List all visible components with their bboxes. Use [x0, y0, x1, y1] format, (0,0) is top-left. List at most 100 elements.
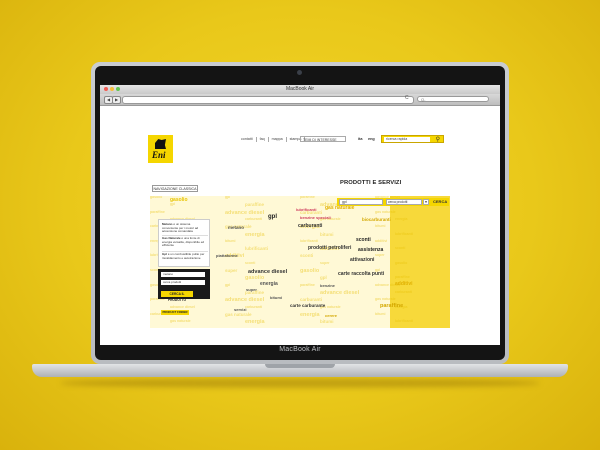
- cloud-word-faded: gasolio: [300, 268, 320, 274]
- reload-icon[interactable]: C: [405, 95, 409, 101]
- cloud-word-faded: energia: [245, 319, 265, 326]
- cloud-word[interactable]: benzine: [320, 284, 335, 288]
- cloud-word-faded: sconti: [395, 246, 406, 251]
- laptop-brand-label: MacBook Air: [279, 346, 321, 353]
- cloud-word-faded: gas naturale: [225, 311, 252, 317]
- find-product-button[interactable]: CERCA IL PRODOTTO: [161, 291, 193, 302]
- laptop-notch: [265, 364, 335, 368]
- panel-item[interactable]: Gas Naturale è una fonte di energia vers…: [162, 236, 206, 248]
- browser-search-input[interactable]: Q-: [417, 96, 489, 102]
- cloud-word[interactable]: energia: [260, 282, 278, 287]
- cloud-word-faded: carburanti: [245, 304, 263, 309]
- window-title: MacBook Air: [285, 86, 315, 92]
- quick-search: ricerca rapida ⚲: [381, 135, 444, 143]
- nav-link-contatti[interactable]: contatti: [238, 137, 257, 142]
- cloud-word-faded: gas naturale: [375, 209, 396, 214]
- cloud-word-faded: additivi: [375, 238, 388, 243]
- page-title: PRODOTTI E SERVIZI: [340, 180, 402, 186]
- cloud-word[interactable]: prodotti petroliferi: [308, 246, 351, 251]
- cloud-word-faded: paraffine: [300, 282, 315, 287]
- cloud-word[interactable]: assistenza: [358, 248, 383, 253]
- cloud-word[interactable]: gasolio: [170, 198, 188, 203]
- cloud-word-faded: gasolio: [395, 260, 408, 265]
- info-panel: Metano è un sistema conveniente per i mo…: [158, 219, 210, 267]
- cloud-word[interactable]: carte carburante: [290, 303, 325, 309]
- cloud-word[interactable]: carburanti: [298, 224, 322, 229]
- chevron-down-icon[interactable]: ▾: [423, 199, 429, 205]
- top-nav: contatti faq mappa stampa: [238, 137, 306, 142]
- cloud-word[interactable]: cerere: [325, 314, 337, 318]
- camera-icon: [297, 70, 302, 75]
- cloud-word-faded: lubrificanti: [395, 231, 413, 236]
- cloud-word-faded: paraffine: [300, 196, 315, 199]
- category-field[interactable]: cerca prodotti: [161, 280, 205, 285]
- cloud-word-faded: lubrificanti: [245, 246, 269, 252]
- panel-item[interactable]: Gpl è un combustibile pulito per riscald…: [162, 252, 206, 260]
- laptop-shadow: [60, 378, 540, 388]
- search-icon[interactable]: ⚲: [436, 136, 440, 143]
- cloud-word-faded: gpl: [225, 282, 231, 287]
- cloud-word-faded: gpl: [225, 196, 231, 199]
- cloud-word-faded: sconti: [245, 260, 256, 265]
- cloud-word-faded: gas naturale: [170, 319, 191, 324]
- cloud-word[interactable]: metano: [228, 225, 244, 231]
- cloud-word-faded: paraffine: [245, 202, 265, 208]
- search-scope-select[interactable]: cerca prodotti: [386, 199, 422, 205]
- cloud-word[interactable]: advance diesel: [248, 269, 287, 276]
- cloud-word-faded: energia: [245, 231, 265, 238]
- cloud-word-faded: gpl: [320, 275, 327, 281]
- cloud-word-faded: bitumi: [375, 311, 386, 316]
- eni-logo[interactable]: Eni: [148, 135, 173, 163]
- search-button[interactable]: CERCA: [433, 199, 447, 205]
- nav-link-faq[interactable]: faq: [257, 137, 269, 142]
- cloud-word[interactable]: carte raccolta punti: [338, 272, 384, 277]
- cloud-word[interactable]: gas naturale: [325, 206, 354, 211]
- cloud-word-faded: carburanti: [395, 289, 413, 294]
- cloud-word[interactable]: piattaforme: [216, 254, 238, 258]
- address-bar[interactable]: [122, 96, 414, 104]
- cloud-word-faded: carburanti: [245, 216, 263, 221]
- cloud-word-faded: energia: [395, 216, 408, 221]
- cloud-word[interactable]: super: [246, 288, 257, 292]
- cloud-word[interactable]: attivazioni: [350, 258, 374, 263]
- classic-navigation-button[interactable]: NAVIGAZIONE CLASSICA: [152, 185, 198, 192]
- lang-eng[interactable]: eng: [368, 137, 375, 141]
- cloud-word[interactable]: lubrificanti: [296, 208, 316, 212]
- cloud-word-faded: advance diesel: [320, 289, 360, 296]
- product-finder-label: PRODUCT FINDER: [161, 310, 189, 315]
- cloud-word-faded: advance diesel: [225, 297, 265, 304]
- cloud-word-faded: super: [225, 268, 238, 273]
- cloud-word-faded: carburanti: [300, 297, 323, 303]
- product-search-input[interactable]: gpl: [339, 199, 383, 205]
- lang-ita[interactable]: ita: [358, 137, 362, 141]
- forward-arrow-icon[interactable]: ▶: [112, 96, 121, 104]
- product-search-bar: gpl cerca prodotti ▾ CERCA: [337, 198, 449, 206]
- cloud-word[interactable]: biocarburanti: [362, 217, 391, 223]
- product-field[interactable]: metano: [161, 272, 205, 277]
- cloud-word[interactable]: paraffine: [380, 303, 403, 310]
- quick-search-input[interactable]: ricerca rapida: [384, 137, 430, 142]
- title-bar: MacBook Air: [100, 85, 500, 94]
- cloud-word-faded: advance diesel: [225, 209, 265, 216]
- cloud-word-faded: lubrificanti: [300, 238, 318, 243]
- cloud-word[interactable]: servizi: [234, 308, 246, 312]
- cloud-word-faded: bitumi: [320, 319, 334, 325]
- theme-select[interactable]: TEMI DI INTERESSE: [300, 136, 346, 142]
- cloud-word-faded: gpl: [170, 202, 176, 207]
- cloud-word-faded: lubrificanti: [395, 319, 413, 324]
- cloud-word-faded: sconti: [300, 253, 314, 259]
- cloud-word-faded: super: [320, 260, 330, 265]
- nav-link-mappa[interactable]: mappa: [269, 137, 287, 142]
- cloud-word[interactable]: bitumi: [270, 296, 282, 300]
- cloud-word[interactable]: gpl: [268, 214, 277, 220]
- cloud-word-faded: bitumi: [375, 224, 386, 229]
- panel-item[interactable]: Metano è un sistema conveniente per i mo…: [162, 222, 206, 234]
- cloud-word[interactable]: sconti: [356, 238, 371, 243]
- cloud-word-faded: gas naturale: [375, 297, 396, 302]
- logo-text: Eni: [152, 150, 166, 160]
- cloud-word[interactable]: additivi: [395, 282, 413, 287]
- cloud-word[interactable]: benzine speciali: [300, 216, 331, 220]
- browser-toolbar: ◀ ▶ C Q-: [100, 94, 500, 106]
- product-finder-form: metano cerca prodotti CERCA IL PRODOTTO: [158, 269, 210, 302]
- cloud-word-faded: paraffine: [150, 209, 165, 214]
